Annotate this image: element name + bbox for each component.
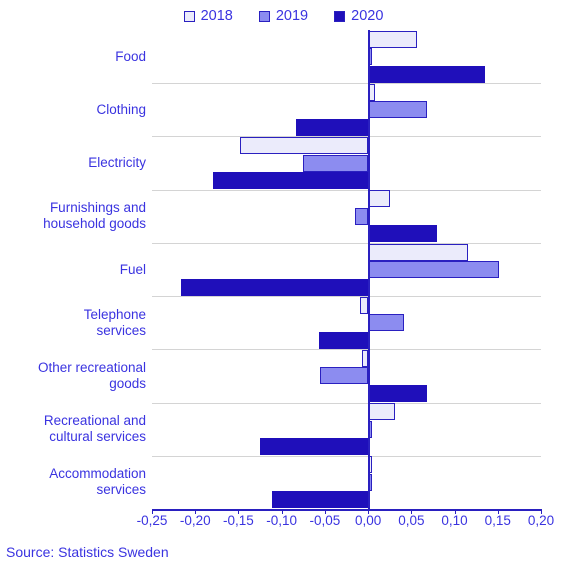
x-axis-line [152, 509, 541, 511]
category-separator-line [152, 455, 541, 457]
legend-label: 2019 [275, 7, 309, 24]
bar-2020-recreational-and-cultural-services [260, 438, 369, 456]
legend-item-2019[interactable]: 2019 [258, 7, 309, 24]
bar-2018-telephone-services [360, 296, 369, 314]
chart-legend: 2018 2019 2020 [0, 4, 567, 28]
category-label-fuel: Fuel [0, 262, 146, 278]
category-label-line: Furnishings and [49, 200, 146, 216]
category-label-line: Fuel [119, 261, 146, 277]
bar-2018-electricity [240, 137, 369, 155]
category-axis-labels: Food Clothing Electricity Furnishings and ho… [0, 30, 146, 509]
chart-container: 2018 2019 2020 Food Clothing Electricity Furn… [0, 0, 567, 567]
bar-2019-electricity [303, 154, 369, 172]
bar-2020-other-recreational-goods [368, 384, 427, 402]
category-separator-line [152, 242, 541, 244]
category-separator-line [152, 83, 541, 85]
legend-swatch-icon-2020 [334, 10, 346, 22]
category-label-electricity: Electricity [0, 155, 146, 171]
category-label-line: Accommodation [49, 466, 146, 482]
category-label-line: household goods [43, 216, 146, 232]
legend-swatch-icon-2018 [183, 10, 195, 22]
category-separator-line [152, 349, 541, 351]
legend-item-2018[interactable]: 2018 [183, 7, 233, 24]
plot-area [152, 30, 542, 514]
bar-2019-other-recreational-goods [319, 367, 369, 385]
category-label-recreational-and-cultural-services: Recreational and cultural services [0, 413, 146, 445]
bar-2020-fuel [181, 278, 369, 296]
zero-axis-line [368, 30, 370, 509]
category-label-furnishings-and-household-goods: Furnishings and household goods [0, 200, 146, 232]
bar-2018-food [368, 30, 418, 48]
bar-2020-furnishings-and-household-goods [368, 225, 438, 243]
category-label-line: cultural services [49, 429, 146, 445]
category-separator-line [152, 296, 541, 298]
legend-item-2020[interactable]: 2020 [334, 9, 383, 24]
category-label-line: Recreational and [43, 413, 146, 429]
category-label-line: Electricity [88, 155, 146, 171]
bar-2020-electricity [212, 172, 369, 190]
bar-2020-clothing [296, 118, 369, 136]
category-label-food: Food [0, 49, 146, 65]
category-label-line: Telephone [83, 306, 146, 322]
bar-2019-fuel [368, 261, 499, 278]
bar-2020-food [368, 65, 485, 83]
bar-2018-furnishings-and-household-goods [368, 190, 390, 208]
bar-2019-telephone-services [368, 314, 404, 332]
bar-2020-accommodation-services [272, 491, 369, 509]
x-tick-label: 0,20 [527, 513, 555, 528]
bar-2020-telephone-services [318, 331, 369, 349]
legend-label: 2018 [200, 7, 233, 24]
x-axis-tick-labels: -0,25 -0,20 -0,15 -0,10 -0,05 0,00 0,05 0,10 0,1… [0, 512, 567, 532]
legend-label: 2020 [351, 7, 384, 24]
source-note: Source: Statistics Sweden [6, 544, 169, 560]
category-label-accommodation-services: Accommodation services [0, 466, 146, 498]
category-label-line: services [96, 322, 146, 338]
category-separator-line [152, 189, 541, 191]
category-label-line: goods [109, 375, 146, 391]
bar-2018-fuel [368, 243, 468, 261]
bar-2019-furnishings-and-household-goods [355, 207, 369, 225]
category-label-clothing: Clothing [0, 102, 146, 118]
category-label-line: Other recreational [37, 359, 146, 375]
category-separator-line [152, 402, 541, 404]
category-label-line: Clothing [96, 101, 146, 117]
legend-swatch-icon-2019 [258, 10, 270, 22]
bar-2019-clothing [368, 101, 427, 119]
category-label-other-recreational-goods: Other recreational goods [0, 360, 146, 392]
category-label-line: services [96, 482, 146, 498]
bar-2018-recreational-and-cultural-services [368, 403, 395, 421]
category-label-telephone-services: Telephone services [0, 307, 146, 339]
category-label-line: Food [115, 48, 146, 64]
